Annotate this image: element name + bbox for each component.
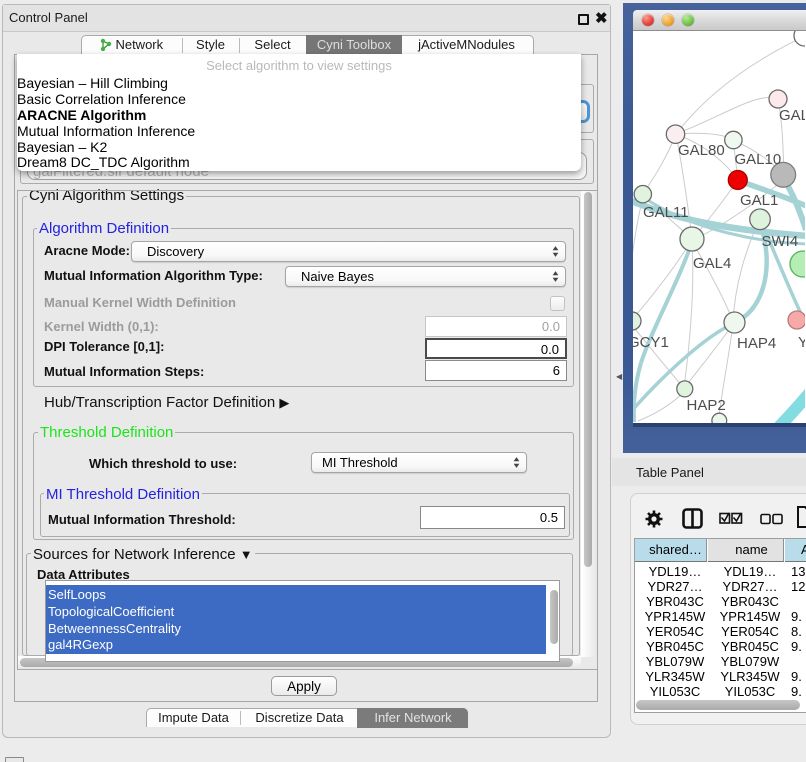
svg-text:HAP2: HAP2	[687, 397, 726, 414]
svg-text:GCY1: GCY1	[633, 334, 669, 351]
svg-text:SWI4: SWI4	[762, 233, 799, 250]
svg-text:HAP4: HAP4	[737, 335, 776, 352]
svg-text:GAL: GAL	[779, 107, 805, 124]
svg-text:Y: Y	[798, 334, 805, 351]
svg-text:GAL1: GAL1	[740, 192, 778, 209]
svg-text:GAL4: GAL4	[693, 255, 731, 272]
svg-text:GAL10: GAL10	[735, 151, 782, 168]
svg-text:GAL11: GAL11	[643, 204, 689, 221]
svg-text:GAL80: GAL80	[678, 142, 725, 159]
